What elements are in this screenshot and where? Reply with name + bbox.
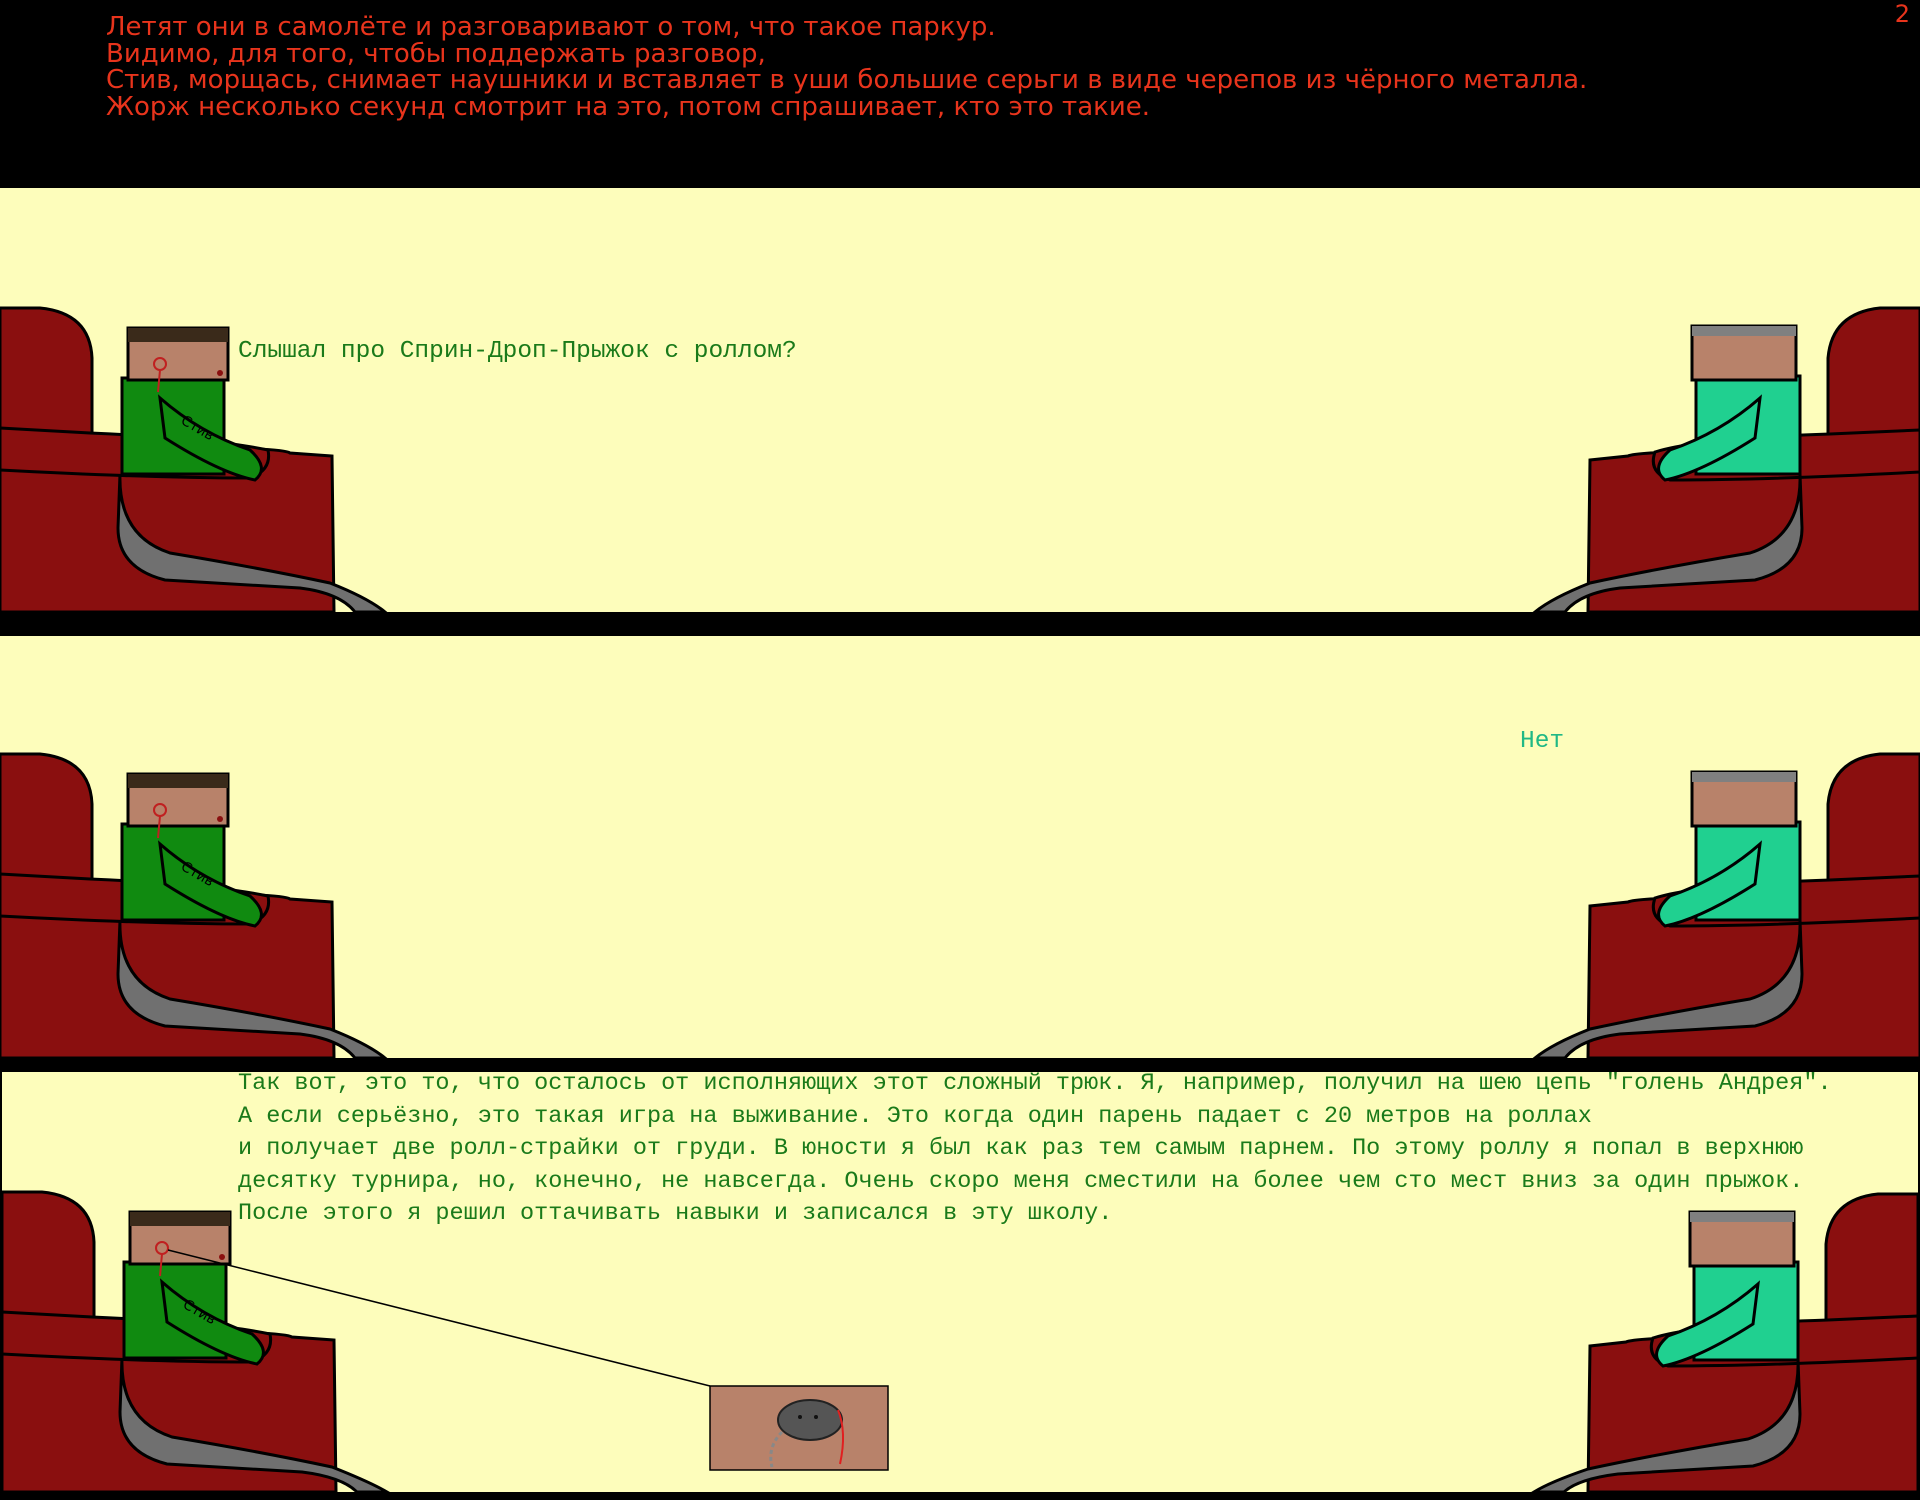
narration-line: Жорж несколько секунд смотрит на это, по… [106, 91, 1150, 122]
george-character [1532, 770, 1804, 1058]
steve-character: Стив [116, 326, 388, 612]
airplane-seats-scene: Стив [0, 306, 1920, 612]
steve-monologue: Так вот, это то, что осталось от исполня… [238, 1072, 1832, 1231]
monologue-line: десятку турнира, но, конечно, не навсегд… [238, 1167, 1804, 1195]
monologue-line: А если серьёзно, это такая игра на выжив… [238, 1102, 1592, 1130]
george-speech: Нет [1520, 728, 1565, 755]
comic-panel-1: Стив Слышал про Сприн-Дроп-Прыжок с ролл… [0, 188, 1920, 612]
steve-speech: Слышал про Сприн-Дроп-Прыжок с роллом? [238, 338, 797, 365]
narration-header: Летят они в самолёте и разговаривают о т… [0, 0, 1920, 188]
airplane-seats-scene: Стив [0, 752, 1920, 1058]
comic-panel-2: Стив Нет [0, 636, 1920, 1058]
narration-line: Видимо, для того, чтобы поддержать разго… [106, 38, 766, 69]
steve-character: Стив [118, 1210, 390, 1492]
monologue-line: и получает две ролл-страйки от груди. В … [238, 1135, 1804, 1162]
steve-character: Стив [116, 772, 388, 1058]
narration-line: Стив, морщась, снимает наушники и вставл… [106, 65, 1588, 95]
comic-panel-3: Стив Так вот, это то, что осталось от ис… [2, 1072, 1918, 1492]
page-number: 2 [1894, 0, 1910, 28]
monologue-line: Так вот, это то, что осталось от исполня… [238, 1072, 1832, 1097]
monologue-line: После этого я решил оттачивать навыки и … [238, 1200, 1113, 1227]
narration-line: Летят они в самолёте и разговаривают о т… [106, 12, 996, 42]
george-character [1532, 324, 1804, 612]
narration-text: Летят они в самолёте и разговаривают о т… [106, 14, 1587, 120]
